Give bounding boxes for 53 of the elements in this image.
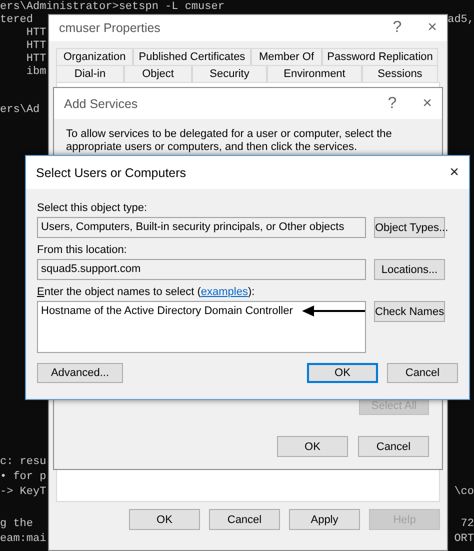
- dialog-button[interactable]: Apply: [289, 509, 360, 530]
- examples-link[interactable]: examples: [200, 286, 248, 298]
- console-text: ers\Administrator>setspn -L cmuser: [0, 1, 224, 14]
- console-text: ers\Ad: [0, 104, 40, 117]
- help-icon[interactable]: ?: [392, 20, 402, 36]
- object-type-field[interactable]: Users, Computers, Built-in security principals, or Other objects: [37, 217, 366, 238]
- field-label: Select this object type:: [37, 201, 148, 216]
- dialog-button[interactable]: Cancel: [209, 509, 280, 530]
- console-text: c: resu: [0, 455, 46, 470]
- dialog-button[interactable]: Cancel: [358, 436, 429, 457]
- window-title: Select Users or Computers: [36, 166, 188, 180]
- tab[interactable]: Object: [124, 65, 192, 82]
- help-icon[interactable]: ?: [388, 96, 397, 112]
- console-text: HTT: [25, 53, 46, 66]
- object-names-field[interactable]: Hostname of the Active Directory Domain Controller: [37, 301, 366, 353]
- close-icon[interactable]: ×: [428, 20, 437, 36]
- location-field[interactable]: squad5.support.com: [37, 259, 366, 280]
- locations-button[interactable]: Locations...: [374, 259, 445, 280]
- tab[interactable]: Sessions: [362, 65, 438, 82]
- console-text: -> KeyT: [0, 485, 46, 500]
- window-title: Add Services: [64, 96, 139, 110]
- console-text: HTT: [25, 40, 46, 53]
- field-label: From this location:: [37, 243, 128, 258]
- dialog-button[interactable]: OK: [277, 436, 348, 457]
- close-icon[interactable]: ×: [450, 164, 459, 180]
- dialog-button[interactable]: OK: [307, 363, 378, 383]
- console-text: g the: [0, 517, 34, 532]
- console-text: ORT: [454, 532, 474, 547]
- console-text: ibm: [25, 66, 46, 79]
- tab[interactable]: Published Certificates: [133, 48, 251, 65]
- tab[interactable]: Organization: [56, 48, 133, 65]
- tab[interactable]: Security: [192, 65, 267, 82]
- dialog-button[interactable]: OK: [129, 509, 200, 530]
- window-title: cmuser Properties: [59, 21, 162, 35]
- close-icon[interactable]: ×: [422, 96, 432, 112]
- arrow: [302, 306, 365, 316]
- tab[interactable]: Environment: [267, 65, 362, 82]
- console-text: eam:mai: [0, 532, 46, 547]
- dialog-button[interactable]: Cancel: [387, 363, 458, 383]
- advanced-button[interactable]: Advanced...: [37, 363, 123, 383]
- description-text: To allow services to be delegated for a user or computer, select the appropriate users or computers, and then click the services.: [65, 127, 393, 154]
- console-text: • for p: [0, 470, 46, 485]
- console-text: ad5,: [448, 14, 474, 27]
- check-names-button[interactable]: Check Names: [374, 301, 445, 322]
- console-text: tered: [0, 14, 34, 27]
- field-label: Enter the object names to select (examples):: [37, 285, 256, 300]
- console-text: 72: [460, 517, 474, 532]
- tab[interactable]: Member Of: [251, 48, 322, 65]
- tab[interactable]: Dial-in: [56, 65, 124, 82]
- object-types-button[interactable]: Object Types...: [374, 217, 445, 238]
- tab[interactable]: Password Replication: [322, 48, 438, 65]
- console-text: HTT: [25, 27, 46, 40]
- console-text: \co: [454, 485, 474, 500]
